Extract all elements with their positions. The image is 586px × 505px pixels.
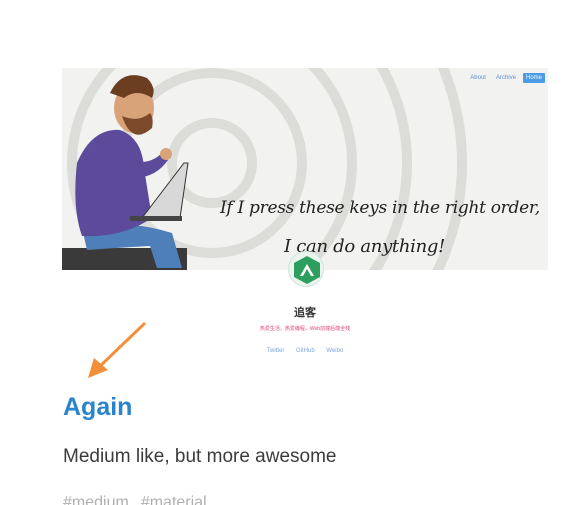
arrow-icon — [88, 322, 146, 378]
theme-card[interactable]: About Archive Home If I press these keys… — [0, 0, 586, 505]
motto-line-1: If I press these keys in the right order… — [220, 198, 540, 218]
nav-archive: Archive — [495, 75, 516, 81]
preview-nav: About Archive Home — [467, 73, 545, 83]
theme-description: Medium like, but more awesome — [63, 446, 337, 467]
tag-material[interactable]: #material — [141, 494, 207, 505]
nav-about: About — [470, 75, 486, 81]
theme-title-link[interactable]: Again — [63, 393, 132, 422]
link-weibo: Weibo — [326, 348, 344, 354]
avatar-logo — [288, 251, 324, 287]
nav-home: Home — [522, 73, 545, 83]
tag-list: #medium #material — [63, 494, 207, 505]
link-github: GitHub — [296, 348, 315, 354]
site-name: 追客 — [294, 307, 316, 319]
tag-medium[interactable]: #medium — [63, 494, 129, 505]
link-twitter: Twitter — [266, 348, 285, 354]
preview-banner: About Archive Home If I press these keys… — [62, 68, 548, 270]
